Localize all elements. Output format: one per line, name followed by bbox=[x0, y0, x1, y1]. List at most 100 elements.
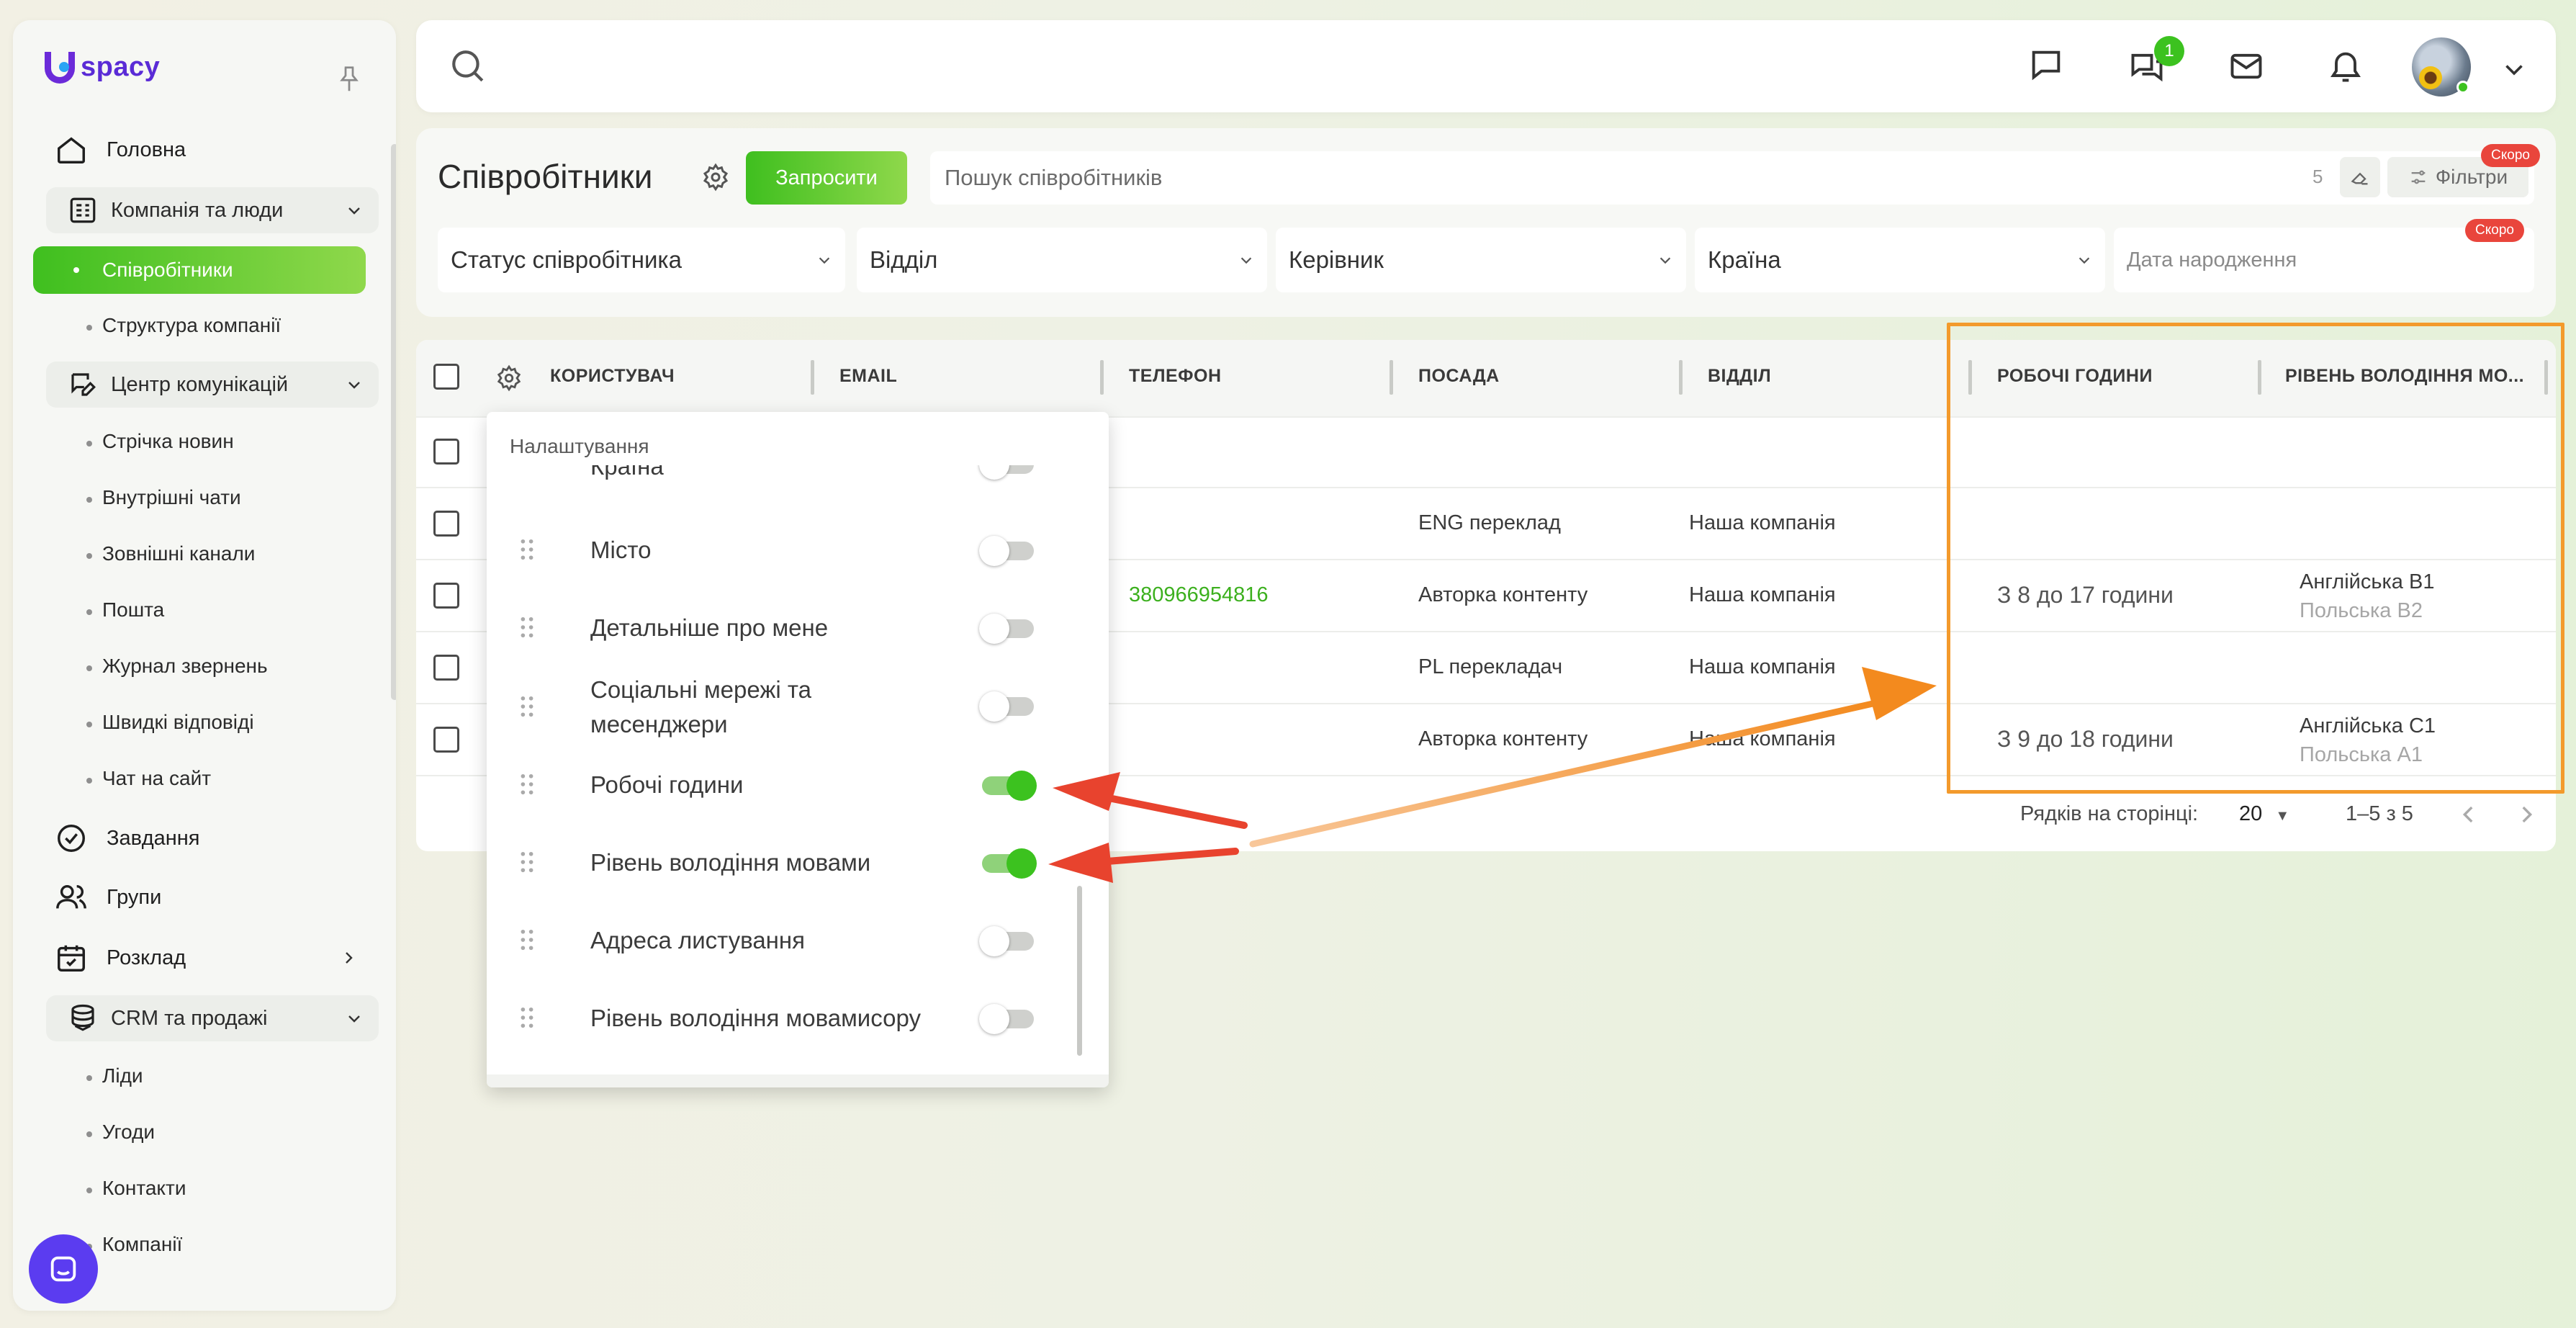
column-resizer[interactable] bbox=[811, 360, 814, 395]
cell-department: Наша компанія bbox=[1689, 727, 1836, 750]
setting-label: Країна bbox=[590, 465, 664, 480]
select-all-checkbox[interactable] bbox=[433, 364, 459, 390]
clear-filters-button[interactable] bbox=[2340, 157, 2380, 197]
drag-handle-icon[interactable] bbox=[520, 616, 534, 638]
sidebar-item-mail[interactable]: Пошта bbox=[86, 598, 164, 622]
toggle-working-hours[interactable] bbox=[982, 771, 1037, 801]
rows-per-page-label: Рядків на сторінці: bbox=[2020, 802, 2199, 825]
column-header-phone[interactable]: ТЕЛЕФОН bbox=[1129, 366, 1222, 387]
message-icon[interactable] bbox=[2027, 46, 2065, 84]
search-icon[interactable] bbox=[449, 48, 485, 84]
chevron-down-icon[interactable] bbox=[2501, 56, 2527, 82]
sidebar-scrollbar[interactable] bbox=[391, 144, 396, 700]
filters-label: Фільтри bbox=[2435, 166, 2508, 188]
country-select[interactable]: Країна bbox=[1695, 228, 2105, 292]
toggle-country[interactable] bbox=[979, 465, 1034, 480]
drag-handle-icon[interactable] bbox=[520, 1007, 534, 1028]
logo-mark-icon bbox=[45, 49, 78, 85]
mail-icon[interactable] bbox=[2228, 48, 2265, 85]
toggle-mailing-address[interactable] bbox=[979, 926, 1034, 956]
sidebar-item-employees[interactable]: Співробітники bbox=[33, 246, 366, 294]
page-title: Співробітники bbox=[438, 158, 653, 195]
select-label: Відділ bbox=[870, 246, 938, 273]
sidebar-item-leads[interactable]: Ліди bbox=[86, 1064, 143, 1087]
employee-status-select[interactable]: Статус співробітника bbox=[438, 228, 845, 292]
bell-icon[interactable] bbox=[2327, 48, 2364, 85]
sidebar-item-tasks[interactable]: Завдання bbox=[55, 817, 200, 860]
chevron-down-icon bbox=[348, 382, 360, 389]
sidebar-item-home[interactable]: Головна bbox=[55, 128, 186, 171]
row-checkbox[interactable] bbox=[433, 727, 459, 753]
support-chat-button[interactable] bbox=[29, 1234, 98, 1304]
column-header-position[interactable]: ПОСАДА bbox=[1418, 366, 1500, 387]
setting-label: Рівень володіння мовами bbox=[590, 849, 871, 876]
sidebar-item-company-structure[interactable]: Структура компанії bbox=[86, 314, 281, 337]
sidebar-group-communications[interactable]: Центр комунікацій bbox=[46, 362, 379, 408]
red-arrow-language-level bbox=[1104, 848, 1239, 865]
prev-page-icon[interactable] bbox=[2456, 802, 2481, 827]
result-count: 5 bbox=[2312, 166, 2323, 187]
column-resizer[interactable] bbox=[1679, 360, 1683, 395]
drag-handle-icon[interactable] bbox=[520, 929, 534, 951]
column-resizer[interactable] bbox=[1390, 360, 1393, 395]
sidebar-item-deals[interactable]: Угоди bbox=[86, 1121, 155, 1144]
toggle-social-networks[interactable] bbox=[979, 691, 1034, 722]
calendar-icon bbox=[58, 945, 85, 972]
toggle-language-level-2[interactable] bbox=[979, 1004, 1034, 1034]
toggle-language-level[interactable] bbox=[982, 848, 1037, 879]
select-label: Країна bbox=[1708, 246, 1781, 273]
sidebar-item-request-log[interactable]: Журнал звернень bbox=[86, 655, 268, 678]
rows-per-page-value: 20 bbox=[2239, 802, 2263, 825]
highlight-box bbox=[1947, 323, 2564, 794]
toggle-city[interactable] bbox=[979, 536, 1034, 566]
sidebar-item-internal-chats[interactable]: Внутрішні чати bbox=[86, 486, 241, 509]
online-status-dot bbox=[2456, 81, 2469, 94]
department-select[interactable]: Відділ bbox=[857, 228, 1267, 292]
cell-position: Авторка контенту bbox=[1418, 727, 1588, 750]
sidebar-item-contacts[interactable]: Контакти bbox=[86, 1177, 186, 1200]
column-header-user[interactable]: КОРИСТУВАЧ bbox=[550, 366, 675, 387]
rows-per-page-select[interactable]: 20 ▼ bbox=[2239, 802, 2289, 826]
column-header-email[interactable]: EMAIL bbox=[839, 366, 897, 387]
toggle-about-me[interactable] bbox=[979, 614, 1034, 644]
pin-icon[interactable] bbox=[338, 65, 360, 94]
cell-phone[interactable]: 380966954816 bbox=[1129, 583, 1269, 607]
employee-search-input[interactable] bbox=[930, 151, 2534, 205]
chats-badge: 1 bbox=[2154, 36, 2184, 66]
sidebar-group-company[interactable]: Компанія та люди bbox=[46, 187, 379, 233]
sidebar-group-label: Компанія та люди bbox=[111, 198, 284, 222]
select-label: Керівник bbox=[1289, 246, 1384, 273]
sidebar-item-news-feed[interactable]: Стрічка новин bbox=[86, 430, 234, 453]
gear-icon[interactable] bbox=[701, 163, 730, 192]
logo[interactable]: spacy bbox=[45, 49, 160, 85]
chevron-down-icon bbox=[1240, 257, 1252, 264]
chevron-down-icon bbox=[348, 207, 360, 215]
drag-handle-icon[interactable] bbox=[520, 851, 534, 873]
row-checkbox[interactable] bbox=[433, 439, 459, 465]
sidebar-item-site-chat[interactable]: Чат на сайт bbox=[86, 767, 211, 790]
sidebar-item-label: Контакти bbox=[102, 1177, 186, 1199]
popup-scrollbar[interactable] bbox=[1077, 886, 1082, 1056]
sidebar-item-quick-replies[interactable]: Швидкі відповіді bbox=[86, 711, 254, 734]
drag-handle-icon[interactable] bbox=[520, 539, 534, 560]
column-header-department[interactable]: ВІДДІЛ bbox=[1708, 366, 1771, 387]
check-circle-icon bbox=[58, 825, 85, 852]
next-page-icon[interactable] bbox=[2514, 802, 2539, 827]
cell-position: Авторка контенту bbox=[1418, 583, 1588, 606]
sidebar-item-companies[interactable]: Компанії bbox=[86, 1233, 182, 1256]
column-settings-gear-icon[interactable] bbox=[495, 364, 523, 392]
manager-select[interactable]: Керівник bbox=[1276, 228, 1686, 292]
sidebar-item-label: Співробітники bbox=[102, 259, 233, 281]
sidebar-group-crm[interactable]: CRM та продажі bbox=[46, 995, 379, 1041]
sidebar-item-schedule[interactable]: Розклад bbox=[55, 936, 357, 979]
row-checkbox[interactable] bbox=[433, 583, 459, 609]
drag-handle-icon[interactable] bbox=[520, 696, 534, 717]
sidebar-item-external-channels[interactable]: Зовнішні канали bbox=[86, 542, 255, 565]
drag-handle-icon[interactable] bbox=[520, 773, 534, 795]
invite-button[interactable]: Запросити bbox=[746, 151, 907, 205]
row-checkbox[interactable] bbox=[433, 511, 459, 537]
sidebar-item-groups[interactable]: Групи bbox=[55, 876, 161, 919]
column-resizer[interactable] bbox=[1100, 360, 1104, 395]
row-checkbox[interactable] bbox=[433, 655, 459, 681]
chevron-down-icon bbox=[1659, 257, 1671, 264]
